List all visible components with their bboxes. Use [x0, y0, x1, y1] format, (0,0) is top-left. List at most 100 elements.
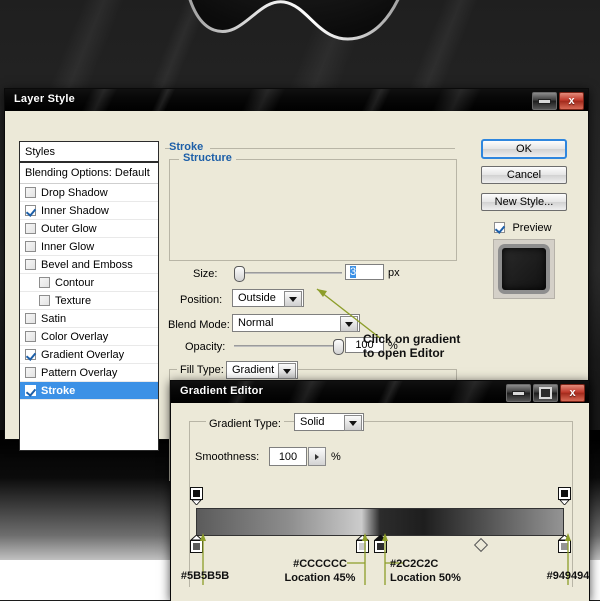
layer-style-titlebar[interactable]: Layer Style x	[5, 89, 588, 112]
effect-checkbox[interactable]	[39, 295, 50, 306]
stop-label-3: #2C2C2C Location 50%	[390, 558, 490, 586]
gradient-editor-titlebar[interactable]: Gradient Editor x	[171, 381, 589, 404]
blend-mode-dropdown[interactable]: Normal	[232, 314, 360, 332]
effect-checkbox[interactable]	[25, 331, 36, 342]
effect-row-stroke[interactable]: Stroke	[20, 382, 158, 400]
effect-checkbox[interactable]	[25, 259, 36, 270]
color-stop[interactable]	[355, 534, 369, 553]
smoothness-input[interactable]: 100	[269, 447, 307, 466]
preview-checkbox-wrap[interactable]: Preview	[494, 218, 552, 236]
gradient-editor-group	[189, 421, 573, 587]
blending-options-row[interactable]: Blending Options: Default	[20, 163, 158, 184]
gradient-type-value: Solid	[300, 416, 325, 428]
chevron-down-icon[interactable]	[340, 316, 358, 332]
close-icon[interactable]: x	[559, 92, 584, 110]
stop-label-2: #CCCCCC Location 45%	[270, 558, 370, 586]
minimize-button[interactable]	[532, 92, 557, 110]
close-glyph: x	[568, 94, 575, 107]
smoothness-value: 100	[278, 450, 298, 463]
smoothness-unit: %	[331, 451, 341, 463]
effect-label: Pattern Overlay	[41, 366, 118, 379]
fill-type-dropdown[interactable]: Gradient	[226, 361, 298, 379]
effect-row-inner-shadow[interactable]: Inner Shadow	[20, 202, 158, 220]
close-icon[interactable]: x	[560, 384, 585, 402]
position-dropdown[interactable]: Outside	[232, 289, 304, 307]
effect-checkbox[interactable]	[25, 367, 36, 378]
size-slider[interactable]	[234, 266, 342, 282]
size-input[interactable]: 3	[345, 264, 384, 280]
close-glyph: x	[569, 386, 576, 399]
opacity-stop[interactable]	[558, 487, 571, 506]
callout-text: Click on gradient to open Editor	[363, 332, 460, 361]
color-stop[interactable]	[557, 534, 572, 553]
effect-checkbox[interactable]	[39, 277, 50, 288]
opacity-stop[interactable]	[190, 487, 203, 506]
effect-row-satin[interactable]: Satin	[20, 310, 158, 328]
opacity-slider[interactable]	[234, 339, 344, 355]
cancel-label: Cancel	[506, 169, 542, 181]
chevron-down-icon[interactable]	[278, 363, 296, 379]
maximize-button[interactable]	[533, 384, 558, 402]
cancel-button[interactable]: Cancel	[481, 166, 567, 184]
gradient-editor-window-buttons: x	[506, 384, 585, 402]
gradient-strip[interactable]	[196, 508, 564, 536]
size-label: Size:	[193, 268, 218, 280]
color-stop[interactable]	[189, 534, 204, 553]
fill-type-value: Gradient	[232, 364, 275, 376]
new-style-button[interactable]: New Style...	[481, 193, 567, 211]
panel-title-rule	[210, 148, 455, 149]
effect-row-gradient-overlay[interactable]: Gradient Overlay	[20, 346, 158, 364]
chevron-right-icon	[315, 453, 319, 460]
effect-label: Contour	[55, 276, 95, 289]
stop-label-1: #5B5B5B	[180, 570, 230, 582]
effect-label: Drop Shadow	[41, 186, 108, 199]
gradient-editor-title: Gradient Editor	[180, 385, 264, 397]
effect-label: Texture	[55, 294, 92, 307]
effect-row-inner-glow[interactable]: Inner Glow	[20, 238, 158, 256]
effect-checkbox[interactable]	[25, 349, 36, 360]
ok-button[interactable]: OK	[481, 139, 567, 159]
chevron-down-icon[interactable]	[284, 291, 302, 307]
effect-checkbox[interactable]	[25, 187, 36, 198]
styles-list[interactable]: Styles Blending Options: Default Drop Sh…	[19, 141, 159, 451]
effect-row-color-overlay[interactable]: Color Overlay	[20, 328, 158, 346]
opacity-slider-knob[interactable]	[333, 339, 344, 355]
stop-label-4: #949494	[546, 570, 590, 582]
preview-checkbox[interactable]	[494, 222, 505, 233]
effect-checkbox[interactable]	[25, 205, 36, 216]
gradient-editor-dialog: Gradient Editor x Gradient Type: Solid S…	[170, 380, 590, 601]
effect-label: Inner Shadow	[41, 204, 109, 217]
effect-label: Stroke	[41, 384, 76, 397]
effect-row-texture[interactable]: Texture	[20, 292, 158, 310]
effect-row-bevel-and-emboss[interactable]: Bevel and Emboss	[20, 256, 158, 274]
blend-mode-value: Normal	[238, 317, 274, 329]
effect-row-drop-shadow[interactable]: Drop Shadow	[20, 184, 158, 202]
gradient-type-dropdown[interactable]: Solid	[294, 413, 364, 431]
gradient-type-label: Gradient Type:	[206, 418, 284, 430]
styles-list-header[interactable]: Styles	[20, 142, 158, 163]
structure-caption: Structure	[179, 152, 236, 164]
minimize-button[interactable]	[506, 384, 531, 402]
effect-row-pattern-overlay[interactable]: Pattern Overlay	[20, 364, 158, 382]
effect-row-contour[interactable]: Contour	[20, 274, 158, 292]
preview-thumbnail	[493, 239, 555, 299]
effect-checkbox[interactable]	[25, 241, 36, 252]
effect-checkbox[interactable]	[25, 223, 36, 234]
smoothness-stepper[interactable]	[308, 447, 326, 466]
ok-label: OK	[516, 143, 532, 155]
callout-line-2: to open Editor	[363, 345, 445, 360]
position-value: Outside	[238, 292, 276, 304]
size-slider-knob[interactable]	[234, 266, 245, 282]
effect-checkbox[interactable]	[25, 385, 36, 396]
effect-label: Satin	[41, 312, 67, 325]
fill-type-label: Fill Type:	[177, 364, 227, 376]
stop-label-3-location: Location 50%	[390, 571, 461, 584]
styles-header-label: Styles	[25, 145, 55, 158]
color-stop[interactable]	[373, 534, 388, 553]
chevron-down-icon[interactable]	[344, 415, 362, 431]
effect-row-outer-glow[interactable]: Outer Glow	[20, 220, 158, 238]
effect-checkbox[interactable]	[25, 313, 36, 324]
panel-title-rule-left	[165, 148, 169, 149]
effect-label: Color Overlay	[41, 330, 109, 343]
effect-label: Inner Glow	[41, 240, 95, 253]
